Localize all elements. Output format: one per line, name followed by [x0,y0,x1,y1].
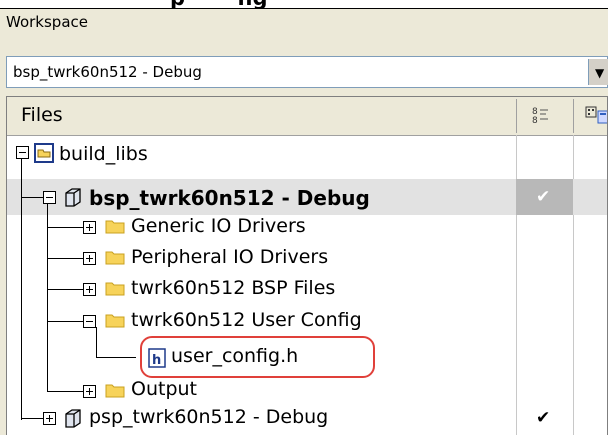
collapse-toggle[interactable] [43,191,56,204]
folder-icon [105,384,125,398]
tree-header: Files 8 8 [7,97,608,136]
tree-line [47,203,48,391]
folder-icon [105,220,125,234]
folder-icon [105,251,125,265]
tree-line [96,357,136,358]
expand-toggle[interactable] [43,412,56,425]
tree-line [47,321,83,322]
tree-item-label[interactable]: twrk60n512 BSP Files [131,277,335,299]
build-check-icon[interactable]: ✔ [536,187,550,207]
header-separator [573,99,574,133]
collapse-toggle[interactable] [16,146,29,159]
expand-toggle[interactable] [83,221,96,234]
tree-item-label[interactable]: psp_twrk60n512 - Debug [89,406,328,428]
expand-toggle[interactable] [83,252,96,265]
tree-item-label[interactable]: twrk60n512 User Config [131,309,362,331]
configuration-dropdown[interactable]: bsp_twrk60n512 - Debug ▼ [6,56,608,88]
tree-line [47,227,83,228]
tree-item-label[interactable]: Generic IO Drivers [131,215,306,237]
header-separator [516,99,517,133]
tree-line [47,258,83,259]
workspace-icon [34,143,54,163]
tree-item-label[interactable]: bsp_twrk60n512 - Debug [89,186,370,210]
options-icon[interactable]: 8 8 [530,105,552,125]
tree-line [21,418,43,419]
tree-item-label[interactable]: Output [131,378,197,400]
top-strip: p_____ng [0,0,608,8]
chevron-down-icon: ▼ [595,66,605,80]
tree-item-label[interactable]: build_libs [59,143,148,165]
build-check-icon[interactable]: ✔ [536,408,550,428]
tree-line [47,391,83,392]
tree-line [47,289,83,290]
folder-icon [105,314,125,328]
project-icon [65,188,81,207]
workspace-title: Workspace [6,13,88,31]
svg-text:8: 8 [532,116,538,125]
file-tree-panel[interactable]: Files 8 8 build_libs bsp_twrk60n512 - De… [6,96,608,435]
annotation-highlight-ring [140,336,375,378]
tree-line [21,197,43,198]
expand-toggle[interactable] [83,283,96,296]
dropdown-button[interactable]: ▼ [588,59,608,85]
tree-line [96,327,97,357]
clipped-heading: p_____ng [170,0,268,8]
files-column-header[interactable]: Files [21,104,63,126]
configuration-selected: bsp_twrk60n512 - Debug [13,63,202,81]
tree-item-label[interactable]: Peripheral IO Drivers [131,246,328,268]
expand-toggle[interactable] [83,385,96,398]
project-icon [65,409,81,428]
folder-icon [105,282,125,296]
collapse-toggle[interactable] [83,315,96,328]
grid-icon[interactable] [585,105,608,127]
